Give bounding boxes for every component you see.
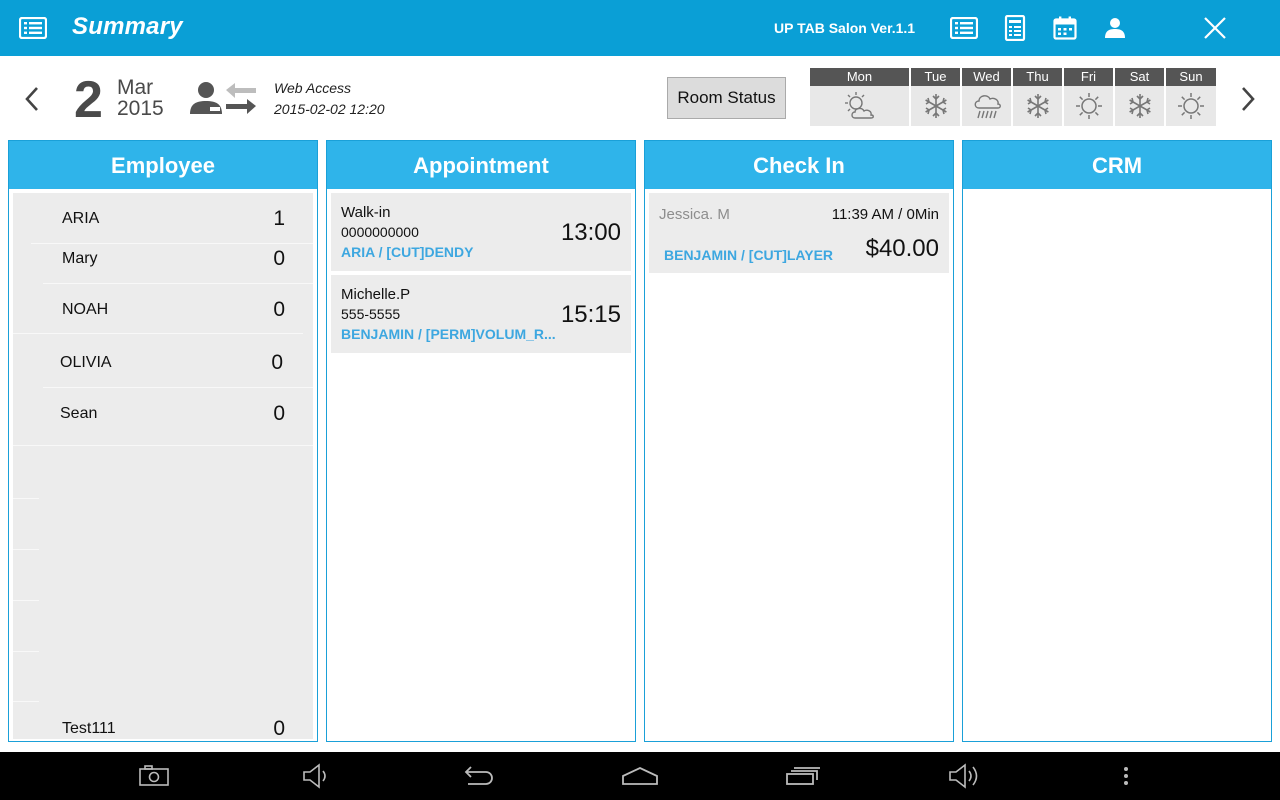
rain-icon	[962, 86, 1011, 126]
employee-name: Mary	[62, 250, 98, 267]
employee-row[interactable]: OLIVIA 0	[13, 351, 313, 375]
employee-count: 0	[273, 298, 285, 321]
weather-day-name: Mon	[810, 68, 909, 86]
employee-name: ARIA	[62, 210, 100, 227]
employee-panel: Employee ARIA 1 Mary 0 NOAH 0 OLIVIA 0 S…	[8, 140, 318, 742]
employee-name: Test111	[62, 720, 116, 737]
weather-day-name: Fri	[1064, 68, 1113, 86]
weather-day: Tue	[911, 68, 962, 126]
employee-count: 0	[273, 402, 285, 425]
date-year: 2015	[117, 97, 164, 120]
partly-cloudy-icon	[810, 86, 909, 126]
app-top-bar: Summary UP TAB Salon Ver.1.1	[0, 0, 1280, 56]
page-title: Summary	[72, 13, 183, 40]
person-icon[interactable]	[1101, 14, 1129, 42]
checkin-time: 11:39 AM / 0Min	[831, 206, 939, 223]
summary-header: 2 Mar 2015 Web Access 2015-02-02 12:20 R…	[0, 56, 1280, 140]
checkin-amount: $40.00	[865, 235, 939, 262]
receipt-icon[interactable]	[1001, 14, 1029, 42]
previous-day-chevron-left-icon[interactable]	[20, 84, 44, 114]
menu-list-icon[interactable]	[18, 14, 48, 42]
appointment-service: BENJAMIN / [PERM]VOLUM_R...	[341, 326, 556, 342]
appointment-card[interactable]: Walk-in 0000000000 ARIA / [CUT]DENDY 13:…	[331, 193, 631, 271]
employee-panel-title: Employee	[9, 141, 317, 189]
employee-row[interactable]: NOAH 0	[13, 298, 313, 322]
screenshot-icon[interactable]	[134, 760, 174, 792]
weather-day: Fri	[1064, 68, 1115, 126]
checkin-panel-title: Check In	[645, 141, 953, 189]
checkin-service: BENJAMIN / [CUT]LAYER	[664, 247, 834, 263]
weather-day-name: Sat	[1115, 68, 1164, 86]
appointment-customer-name: Walk-in	[341, 204, 391, 221]
more-icon[interactable]	[1106, 760, 1146, 792]
system-navigation-bar	[0, 752, 1280, 800]
employee-row[interactable]: Sean 0	[13, 402, 313, 426]
date-day: 2	[74, 71, 103, 129]
appointment-panel: Appointment Walk-in 0000000000 ARIA / [C…	[326, 140, 636, 742]
employee-list: ARIA 1 Mary 0 NOAH 0 OLIVIA 0 Sean 0 Tes…	[13, 193, 313, 741]
employee-count: 0	[273, 247, 285, 270]
appointment-customer-name: Michelle.P	[341, 286, 411, 303]
employee-row[interactable]: ARIA 1	[13, 207, 313, 231]
employee-row[interactable]: Test111 0	[13, 717, 313, 741]
weather-day-name: Tue	[911, 68, 960, 86]
weather-day-name: Thu	[1013, 68, 1062, 86]
snow-icon	[911, 86, 960, 126]
appointment-service: ARIA / [CUT]DENDY	[341, 244, 474, 260]
weather-day: Sun	[1166, 68, 1216, 126]
employee-name: OLIVIA	[60, 354, 112, 371]
weather-day: Wed	[962, 68, 1013, 126]
crm-panel-title: CRM	[963, 141, 1271, 189]
home-icon[interactable]	[620, 760, 660, 792]
weather-day: Mon	[810, 68, 911, 126]
next-day-chevron-right-icon[interactable]	[1236, 84, 1260, 114]
appointment-card[interactable]: Michelle.P 555-5555 BENJAMIN / [PERM]VOL…	[331, 275, 631, 353]
app-version: UP TAB Salon Ver.1.1	[774, 20, 916, 36]
weather-day-name: Sun	[1166, 68, 1216, 86]
volume-up-icon[interactable]	[944, 760, 984, 792]
snow-icon	[1013, 86, 1062, 126]
appointment-time: 13:00	[560, 219, 621, 246]
weather-day: Thu	[1013, 68, 1064, 126]
appointment-phone: 0000000000	[341, 224, 419, 240]
recent-apps-icon[interactable]	[783, 760, 823, 792]
crm-panel: CRM	[962, 140, 1272, 742]
date-month: Mar	[117, 76, 154, 99]
weather-day: Sat	[1115, 68, 1166, 126]
list-icon[interactable]	[950, 14, 978, 42]
room-status-button[interactable]: Room Status	[667, 77, 786, 119]
weather-day-name: Wed	[962, 68, 1011, 86]
employee-row[interactable]: Mary 0	[13, 247, 313, 271]
snow-icon	[1115, 86, 1164, 126]
employee-count: 0	[271, 351, 283, 374]
close-icon[interactable]	[1200, 13, 1230, 43]
appointment-phone: 555-5555	[341, 306, 401, 322]
volume-down-icon[interactable]	[296, 760, 336, 792]
web-access-timestamp: 2015-02-02 12:20	[274, 101, 385, 117]
user-transfer-icon[interactable]	[188, 80, 258, 118]
appointment-time: 15:15	[560, 301, 621, 328]
checkin-card[interactable]: Jessica. M 11:39 AM / 0Min BENJAMIN / [C…	[649, 193, 949, 273]
web-access-label: Web Access	[274, 80, 352, 96]
weekly-weather-forecast: Mon Tue Wed Thu Fri Sat Sun	[810, 68, 1216, 126]
employee-name: Sean	[60, 405, 98, 422]
sun-icon	[1064, 86, 1113, 126]
employee-name: NOAH	[62, 301, 109, 318]
checkin-customer-name: Jessica. M	[659, 206, 730, 223]
back-icon[interactable]	[458, 760, 498, 792]
employee-count: 0	[273, 717, 285, 740]
employee-count: 1	[273, 207, 285, 230]
checkin-panel: Check In Jessica. M 11:39 AM / 0Min BENJ…	[644, 140, 954, 742]
calendar-icon[interactable]	[1051, 14, 1079, 42]
sun-icon	[1166, 86, 1216, 126]
appointment-panel-title: Appointment	[327, 141, 635, 189]
